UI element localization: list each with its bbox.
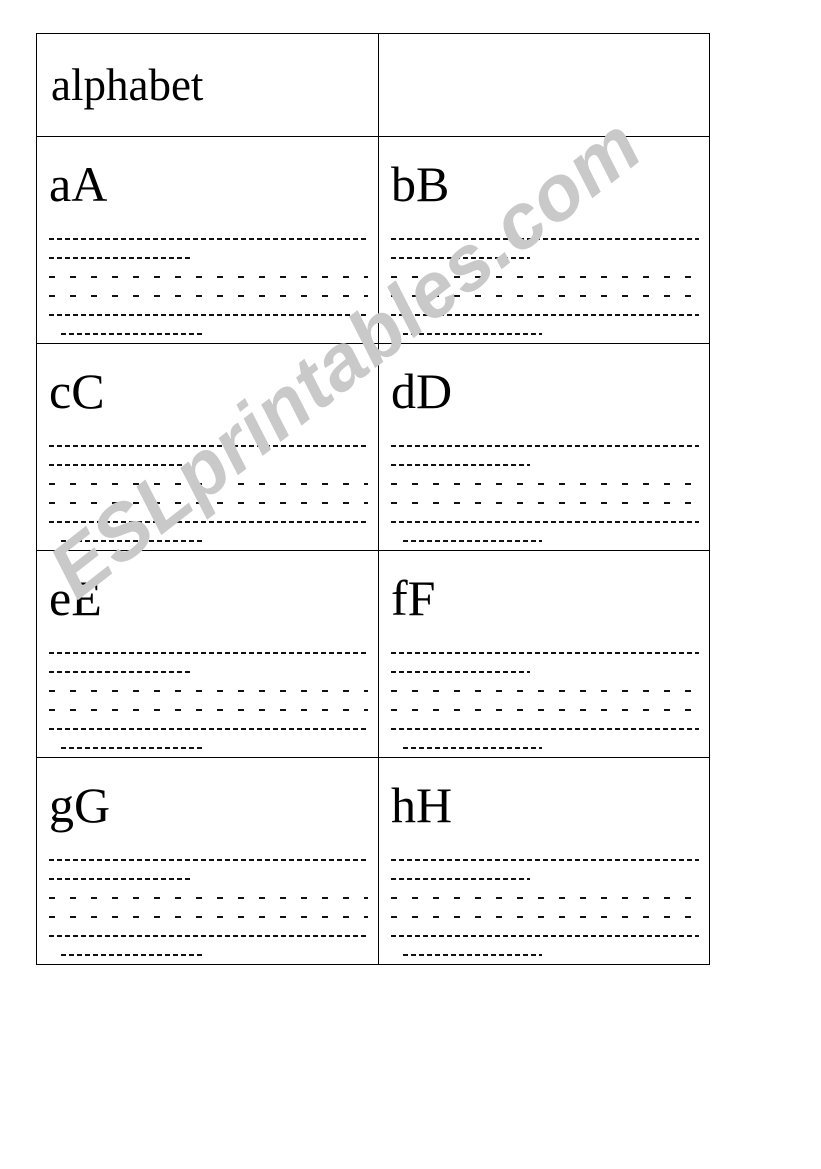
tracing-lines bbox=[391, 850, 699, 964]
trace-line bbox=[49, 248, 193, 267]
letter-cell-bB[interactable]: bB bbox=[378, 136, 710, 344]
tracing-lines bbox=[391, 229, 699, 343]
tracing-lines bbox=[49, 850, 368, 964]
trace-line bbox=[49, 474, 368, 493]
trace-line bbox=[49, 926, 368, 945]
trace-line bbox=[391, 229, 699, 248]
trace-line bbox=[49, 267, 368, 286]
trace-line bbox=[49, 643, 368, 662]
trace-line bbox=[49, 305, 368, 324]
table-row: aA bB bbox=[36, 136, 710, 344]
letter-pair-label: fF bbox=[391, 570, 436, 626]
table-header-row: alphabet bbox=[36, 33, 710, 137]
trace-line bbox=[61, 738, 205, 757]
cell-inner: gG bbox=[37, 758, 378, 964]
trace-line bbox=[391, 267, 699, 286]
letter-cell-eE[interactable]: eE bbox=[36, 550, 379, 758]
trace-line bbox=[391, 474, 699, 493]
trace-line bbox=[391, 662, 530, 681]
tracing-lines bbox=[49, 643, 368, 757]
trace-line bbox=[391, 512, 699, 531]
trace-line bbox=[61, 531, 205, 550]
trace-line bbox=[49, 700, 368, 719]
cell-inner: hH bbox=[379, 758, 709, 964]
trace-line bbox=[403, 738, 542, 757]
trace-line bbox=[391, 286, 699, 305]
tracing-lines bbox=[49, 229, 368, 343]
cell-inner: cC bbox=[37, 344, 378, 550]
trace-line bbox=[391, 869, 530, 888]
trace-line bbox=[49, 869, 193, 888]
trace-line bbox=[391, 850, 699, 869]
trace-line bbox=[391, 436, 699, 455]
letter-pair-label: dD bbox=[391, 363, 453, 419]
trace-line bbox=[61, 324, 205, 343]
trace-line bbox=[403, 324, 542, 343]
trace-line bbox=[391, 700, 699, 719]
trace-line bbox=[391, 926, 699, 945]
trace-line bbox=[391, 681, 699, 700]
header-empty-label bbox=[379, 34, 709, 136]
letter-pair-label: eE bbox=[49, 570, 102, 626]
trace-line bbox=[391, 455, 530, 474]
trace-line bbox=[403, 531, 542, 550]
trace-line bbox=[61, 945, 205, 964]
trace-line bbox=[49, 455, 193, 474]
table-row: gG hH bbox=[36, 757, 710, 965]
trace-line bbox=[49, 662, 193, 681]
letter-pair-label: bB bbox=[391, 156, 450, 212]
trace-line bbox=[49, 229, 368, 248]
letter-pair-label: gG bbox=[49, 777, 111, 833]
trace-line bbox=[49, 286, 368, 305]
letter-cell-dD[interactable]: dD bbox=[378, 343, 710, 551]
trace-line bbox=[49, 888, 368, 907]
letter-pair-label: hH bbox=[391, 777, 453, 833]
trace-line bbox=[49, 850, 368, 869]
header-cell-title: alphabet bbox=[36, 33, 379, 137]
trace-line bbox=[391, 643, 699, 662]
letter-cell-cC[interactable]: cC bbox=[36, 343, 379, 551]
trace-line bbox=[403, 945, 542, 964]
trace-line bbox=[391, 888, 699, 907]
letter-cell-fF[interactable]: fF bbox=[378, 550, 710, 758]
cell-inner: fF bbox=[379, 551, 709, 757]
letter-cell-gG[interactable]: gG bbox=[36, 757, 379, 965]
trace-line bbox=[49, 436, 368, 455]
trace-line bbox=[49, 681, 368, 700]
worksheet-page: ESLprintables.com alphabet aA bB cC dD e… bbox=[0, 0, 821, 1169]
tracing-lines bbox=[391, 436, 699, 550]
letter-pair-label: aA bbox=[49, 156, 108, 212]
table-row: eE fF bbox=[36, 550, 710, 758]
page-title: alphabet bbox=[51, 60, 204, 110]
trace-line bbox=[49, 907, 368, 926]
header-cell-empty bbox=[378, 33, 710, 137]
letter-pair-label: cC bbox=[49, 363, 105, 419]
trace-line bbox=[391, 719, 699, 738]
cell-inner: dD bbox=[379, 344, 709, 550]
trace-line bbox=[49, 493, 368, 512]
tracing-lines bbox=[391, 643, 699, 757]
letter-cell-hH[interactable]: hH bbox=[378, 757, 710, 965]
letter-cell-aA[interactable]: aA bbox=[36, 136, 379, 344]
cell-inner: bB bbox=[379, 137, 709, 343]
trace-line bbox=[391, 305, 699, 324]
table-row: cC dD bbox=[36, 343, 710, 551]
trace-line bbox=[391, 248, 530, 267]
trace-line bbox=[49, 512, 368, 531]
tracing-lines bbox=[49, 436, 368, 550]
trace-line bbox=[49, 719, 368, 738]
alphabet-table: alphabet aA bB cC dD eE fF gG hH bbox=[36, 33, 710, 965]
trace-line bbox=[391, 907, 699, 926]
cell-inner: aA bbox=[37, 137, 378, 343]
trace-line bbox=[391, 493, 699, 512]
cell-inner: eE bbox=[37, 551, 378, 757]
